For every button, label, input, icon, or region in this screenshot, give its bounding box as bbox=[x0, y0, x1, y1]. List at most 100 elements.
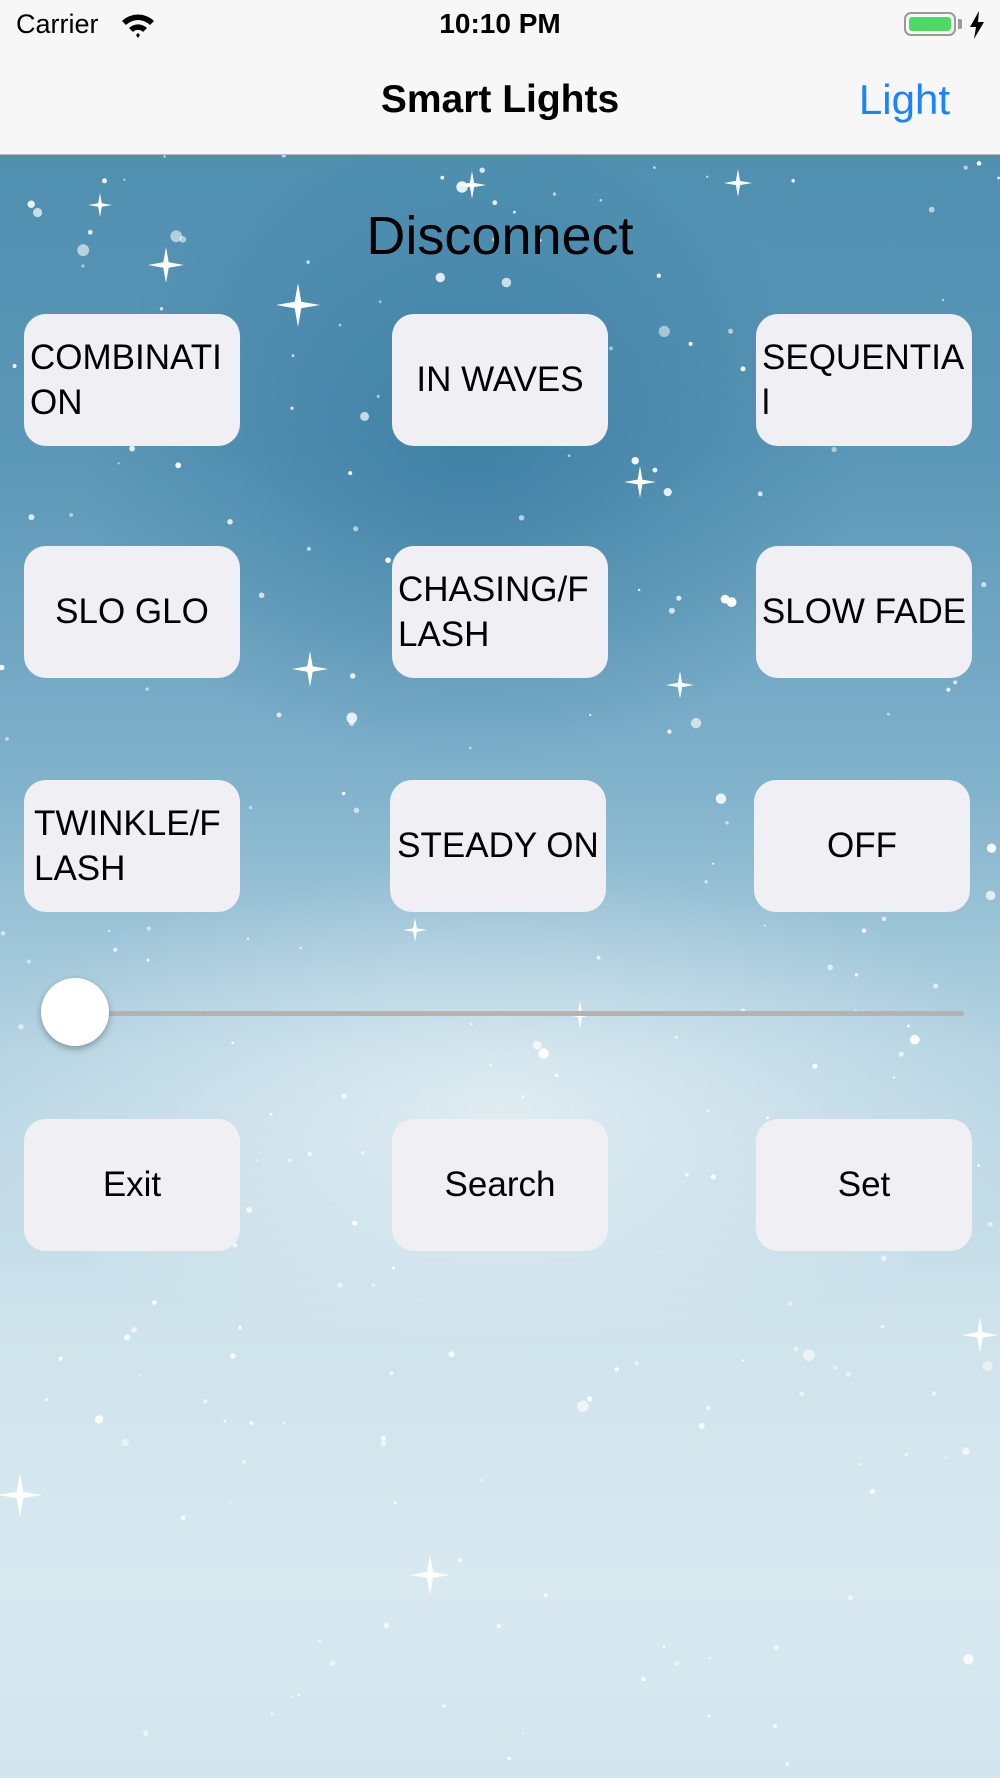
snowflake bbox=[123, 178, 126, 181]
snowflake bbox=[392, 1266, 396, 1270]
snowflake bbox=[552, 192, 557, 196]
snowflake bbox=[353, 807, 360, 813]
snowflake bbox=[297, 1693, 301, 1697]
snowflake bbox=[725, 821, 729, 825]
snowflake bbox=[976, 1164, 980, 1167]
snowflake bbox=[589, 713, 592, 717]
snowflake bbox=[710, 1174, 716, 1180]
snowflake bbox=[854, 972, 859, 977]
snowflake bbox=[180, 1515, 186, 1521]
snowflake bbox=[143, 1730, 149, 1737]
snowflake bbox=[662, 1645, 666, 1648]
snowflake bbox=[909, 1034, 920, 1045]
brightness-slider-track[interactable] bbox=[64, 1011, 964, 1016]
snowflake bbox=[543, 1593, 548, 1598]
snowflake bbox=[638, 588, 641, 592]
snowflake bbox=[117, 462, 120, 465]
mode-button-steady-on[interactable]: STEADY ON bbox=[390, 780, 606, 912]
sparkle bbox=[724, 169, 752, 197]
snowflake bbox=[242, 1460, 246, 1464]
mode-button-slow-fade[interactable]: SLOW FADE bbox=[756, 546, 972, 678]
snowflake bbox=[886, 712, 890, 716]
snowflake bbox=[791, 178, 795, 183]
snowflake bbox=[380, 1440, 387, 1447]
snowflake bbox=[440, 175, 445, 180]
snowflake bbox=[159, 307, 164, 311]
snowflake bbox=[69, 513, 74, 517]
snowflake bbox=[772, 1724, 777, 1729]
snowflake bbox=[501, 277, 512, 288]
snowflake bbox=[741, 1359, 744, 1362]
snowflake bbox=[788, 1301, 793, 1306]
snowflake bbox=[869, 1488, 876, 1495]
snowflake bbox=[258, 592, 265, 599]
set-button[interactable]: Set bbox=[756, 1119, 972, 1251]
snowflake bbox=[880, 1324, 885, 1329]
snowflake bbox=[704, 880, 708, 884]
snowflake bbox=[121, 1438, 129, 1447]
snowflake bbox=[338, 323, 342, 327]
snowflake bbox=[554, 1073, 559, 1078]
snowflake bbox=[458, 1558, 463, 1562]
sparkle bbox=[292, 651, 328, 687]
snowflake bbox=[270, 1712, 274, 1716]
snowflake bbox=[688, 341, 693, 346]
snowflake bbox=[685, 1173, 689, 1177]
snowflake bbox=[892, 1076, 896, 1079]
snowflake bbox=[785, 1761, 790, 1766]
snowflake bbox=[521, 1732, 525, 1735]
snowflake bbox=[131, 1327, 137, 1333]
mode-button-combination[interactable]: COMBINATION bbox=[24, 314, 240, 446]
snowflake bbox=[740, 366, 746, 372]
mode-button-in-waves[interactable]: IN WAVES bbox=[392, 314, 608, 446]
snowflake bbox=[349, 673, 356, 679]
snowflake bbox=[163, 155, 166, 158]
snowflake bbox=[290, 406, 294, 410]
mode-button-sequential[interactable]: SEQUENTIAl bbox=[756, 314, 972, 446]
snowflake bbox=[223, 1419, 227, 1423]
snowflake bbox=[469, 746, 472, 750]
brightness-slider-thumb[interactable] bbox=[41, 978, 109, 1046]
snowflake bbox=[827, 964, 833, 971]
snowflake bbox=[102, 178, 107, 184]
snowflake bbox=[609, 346, 613, 351]
navigation-bar: Smart Lights Light bbox=[0, 54, 1000, 155]
snowflake bbox=[904, 1452, 909, 1457]
snowflake bbox=[318, 1639, 322, 1643]
search-button[interactable]: Search bbox=[392, 1119, 608, 1251]
snowflake bbox=[152, 1300, 157, 1305]
snowflake bbox=[728, 328, 734, 334]
exit-button[interactable]: Exit bbox=[24, 1119, 240, 1251]
snowflake bbox=[831, 446, 837, 453]
snowflake bbox=[981, 582, 987, 588]
snowflake bbox=[774, 1644, 780, 1650]
battery-icon bbox=[904, 12, 956, 36]
snowflake bbox=[946, 687, 951, 692]
snowflake bbox=[663, 488, 672, 497]
snowflake bbox=[380, 1435, 387, 1441]
snowflake bbox=[299, 947, 302, 950]
snowflake bbox=[307, 1151, 313, 1157]
mode-button-slo-glo[interactable]: SLO GLO bbox=[24, 546, 240, 678]
mode-button-off[interactable]: OFF bbox=[754, 780, 970, 912]
snowflake bbox=[348, 471, 353, 476]
snowflake bbox=[228, 1501, 231, 1505]
mode-button-chasing-flash[interactable]: CHASING/FLASH bbox=[392, 546, 608, 678]
snowflake bbox=[283, 1421, 286, 1425]
snowflake bbox=[94, 1415, 104, 1424]
snowflake bbox=[28, 514, 35, 521]
snowflake bbox=[803, 1349, 815, 1361]
sparkle bbox=[0, 1473, 42, 1517]
snowflake bbox=[658, 325, 670, 337]
snowflake bbox=[378, 300, 382, 304]
snowflake bbox=[0, 664, 5, 671]
snowflake bbox=[276, 712, 282, 718]
snowflake bbox=[963, 165, 968, 170]
snowflake bbox=[712, 862, 715, 865]
light-nav-button[interactable]: Light bbox=[859, 76, 950, 124]
mode-button-twinkle-flash[interactable]: TWINKLE/FLASH bbox=[24, 780, 240, 912]
snowflake bbox=[631, 457, 639, 465]
snowflake bbox=[982, 1361, 993, 1372]
sparkle bbox=[410, 1555, 450, 1595]
snowflake bbox=[793, 1346, 799, 1352]
